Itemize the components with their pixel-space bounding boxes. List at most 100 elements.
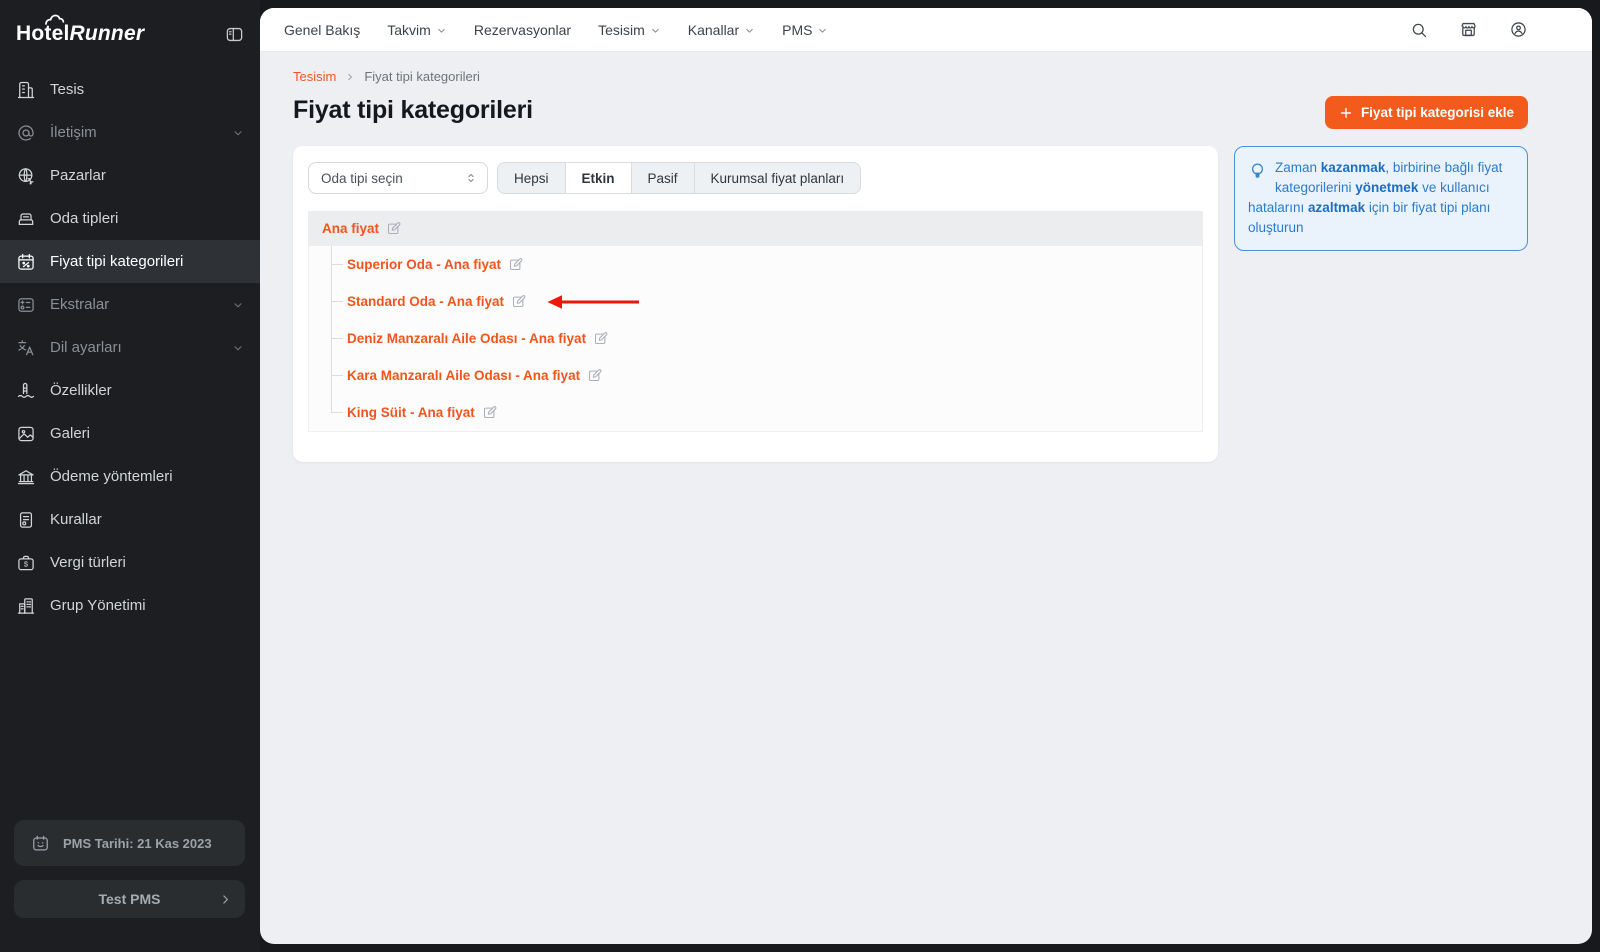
- chevron-down-icon: [232, 299, 244, 311]
- sidebar-item-label: Oda tipleri: [50, 210, 118, 227]
- tree-row: Standard Oda - Ana fiyat: [309, 283, 1202, 320]
- cloud-icon: [44, 13, 88, 26]
- sidebar-item-galeri[interactable]: Galeri: [0, 412, 260, 455]
- sidebar-collapse-icon[interactable]: [225, 25, 244, 44]
- test-pms-button[interactable]: Test PMS: [14, 880, 245, 918]
- sidebar-item-tesis[interactable]: Tesis: [0, 68, 260, 111]
- tree-row: Deniz Manzaralı Aile Odası - Ana fiyat: [309, 320, 1202, 357]
- sidebar-item-odeme-yontemleri[interactable]: Ödeme yöntemleri: [0, 455, 260, 498]
- sidebar-item-label: Grup Yönetimi: [50, 597, 146, 614]
- topnav-pms[interactable]: PMS: [782, 22, 828, 38]
- filter-etkin[interactable]: Etkin: [566, 163, 632, 193]
- edit-icon[interactable]: [511, 294, 526, 309]
- image-icon: [16, 424, 36, 444]
- edit-icon[interactable]: [593, 331, 608, 346]
- topnav-kanallar[interactable]: Kanallar: [688, 22, 755, 38]
- chevron-right-icon: [345, 72, 355, 82]
- sidebar-item-dil-ayarlari[interactable]: Dil ayarları: [0, 326, 260, 369]
- sidebar-item-label: Ekstralar: [50, 296, 109, 313]
- pms-date-badge: PMS Tarihi: 21 Kas 2023: [14, 820, 245, 866]
- tree-item-label: Standard Oda - Ana fiyat: [347, 294, 504, 309]
- sidebar-menu: Tesis İletişim Pazarlar Oda tipleri Fiya…: [0, 68, 260, 627]
- sidebar-item-oda-tipleri[interactable]: Oda tipleri: [0, 197, 260, 240]
- buildings-icon: [16, 596, 36, 616]
- tree-root-label: Ana fiyat: [322, 221, 379, 236]
- sidebar-item-grup-yonetimi[interactable]: Grup Yönetimi: [0, 584, 260, 627]
- tree-row: Kara Manzaralı Aile Odası - Ana fiyat: [309, 357, 1202, 394]
- topnav-takvim[interactable]: Takvim: [387, 22, 447, 38]
- tree-row: Superior Oda - Ana fiyat: [309, 246, 1202, 283]
- topnav-genel-bakis[interactable]: Genel Bakış: [284, 22, 360, 38]
- add-rate-category-button[interactable]: Fiyat tipi kategorisi ekle: [1325, 96, 1528, 129]
- plus-icon: [1339, 106, 1353, 120]
- rate-category-tree: Ana fiyat Superior Oda - Ana fiyat: [308, 211, 1203, 432]
- chevron-down-icon: [817, 25, 828, 36]
- tree-item-label: Deniz Manzaralı Aile Odası - Ana fiyat: [347, 331, 586, 346]
- topnav-label: Rezervasyonlar: [474, 22, 571, 38]
- sidebar-item-label: Vergi türleri: [50, 554, 126, 571]
- sidebar-item-label: Galeri: [50, 425, 90, 442]
- topnav-label: Kanallar: [688, 22, 739, 38]
- status-filter-group: Hepsi Etkin Pasif Kurumsal fiyat planlar…: [497, 162, 861, 194]
- search-icon[interactable]: [1410, 21, 1428, 39]
- pms-date-label: PMS Tarihi: 21 Kas 2023: [63, 836, 212, 851]
- brand-logo[interactable]: HotelRunner: [16, 22, 144, 46]
- chevron-down-icon: [232, 127, 244, 139]
- tree-item-label: Superior Oda - Ana fiyat: [347, 257, 501, 272]
- chevron-down-icon: [436, 25, 447, 36]
- sidebar-item-pazarlar[interactable]: Pazarlar: [0, 154, 260, 197]
- topnav-label: Tesisim: [598, 22, 645, 38]
- filter-hepsi[interactable]: Hepsi: [498, 163, 566, 193]
- sidebar-item-kurallar[interactable]: Kurallar: [0, 498, 260, 541]
- topnav-tesisim[interactable]: Tesisim: [598, 22, 661, 38]
- tip-text: Zaman kazanmak, birbirine bağlı fiyat ka…: [1248, 160, 1502, 235]
- room-type-select[interactable]: Oda tipi seçin: [308, 162, 488, 194]
- filter-kurumsal-fiyat-planlari[interactable]: Kurumsal fiyat planları: [695, 163, 861, 193]
- main-sheet: Genel Bakış Takvim Rezervasyonlar Tesisi…: [260, 8, 1592, 944]
- add-rate-category-label: Fiyat tipi kategorisi ekle: [1361, 105, 1514, 120]
- tree-root-link[interactable]: Ana fiyat: [322, 221, 401, 236]
- breadcrumb-parent[interactable]: Tesisim: [293, 69, 336, 84]
- tree-item-link[interactable]: Standard Oda - Ana fiyat: [347, 294, 526, 309]
- translate-icon: [16, 338, 36, 358]
- tree-item-link[interactable]: King Süit - Ana fiyat: [347, 405, 497, 420]
- page-title: Fiyat tipi kategorileri: [293, 96, 533, 125]
- breadcrumb: Tesisim Fiyat tipi kategorileri: [293, 69, 1528, 84]
- tree-row: King Süit - Ana fiyat: [309, 394, 1202, 431]
- sidebar-item-fiyat-tipi-kategorileri[interactable]: Fiyat tipi kategorileri: [0, 240, 260, 283]
- sidebar-item-label: Fiyat tipi kategorileri: [50, 253, 183, 270]
- tree-item-link[interactable]: Superior Oda - Ana fiyat: [347, 257, 523, 272]
- tree-item-link[interactable]: Kara Manzaralı Aile Odası - Ana fiyat: [347, 368, 602, 383]
- sidebar-item-label: Kurallar: [50, 511, 102, 528]
- edit-icon[interactable]: [508, 257, 523, 272]
- svg-text:$: $: [24, 559, 29, 568]
- sidebar-item-label: Pazarlar: [50, 167, 106, 184]
- filter-pasif[interactable]: Pasif: [632, 163, 695, 193]
- account-icon[interactable]: [1509, 20, 1528, 39]
- tree-body: Superior Oda - Ana fiyat Standard Oda - …: [308, 246, 1203, 432]
- edit-icon[interactable]: [587, 368, 602, 383]
- sidebar-item-label: Ödeme yöntemleri: [50, 468, 173, 485]
- sidebar-item-vergi-turleri[interactable]: $ Vergi türleri: [0, 541, 260, 584]
- store-icon[interactable]: [1459, 20, 1478, 39]
- calendar-percent-icon: [16, 252, 36, 272]
- rules-icon: [16, 510, 36, 530]
- tree-item-link[interactable]: Deniz Manzaralı Aile Odası - Ana fiyat: [347, 331, 608, 346]
- topnav-rezervasyonlar[interactable]: Rezervasyonlar: [474, 22, 571, 38]
- chevron-down-icon: [744, 25, 755, 36]
- sidebar-item-label: İletişim: [50, 124, 97, 141]
- calendar-smile-icon: [31, 834, 50, 853]
- topnav-label: Genel Bakış: [284, 22, 360, 38]
- bed-icon: [16, 209, 36, 229]
- topnav-label: Takvim: [387, 22, 431, 38]
- at-icon: [16, 123, 36, 143]
- edit-icon[interactable]: [482, 405, 497, 420]
- sidebar-item-ozellikler[interactable]: Özellikler: [0, 369, 260, 412]
- tree-item-label: King Süit - Ana fiyat: [347, 405, 475, 420]
- sidebar-item-ekstralar[interactable]: Ekstralar: [0, 283, 260, 326]
- tip-box: Zaman kazanmak, birbirine bağlı fiyat ka…: [1234, 146, 1528, 251]
- edit-icon[interactable]: [386, 221, 401, 236]
- room-type-select-value: Oda tipi seçin: [321, 171, 403, 186]
- sidebar-item-iletisim[interactable]: İletişim: [0, 111, 260, 154]
- annotation-arrow-left-icon: [546, 294, 642, 310]
